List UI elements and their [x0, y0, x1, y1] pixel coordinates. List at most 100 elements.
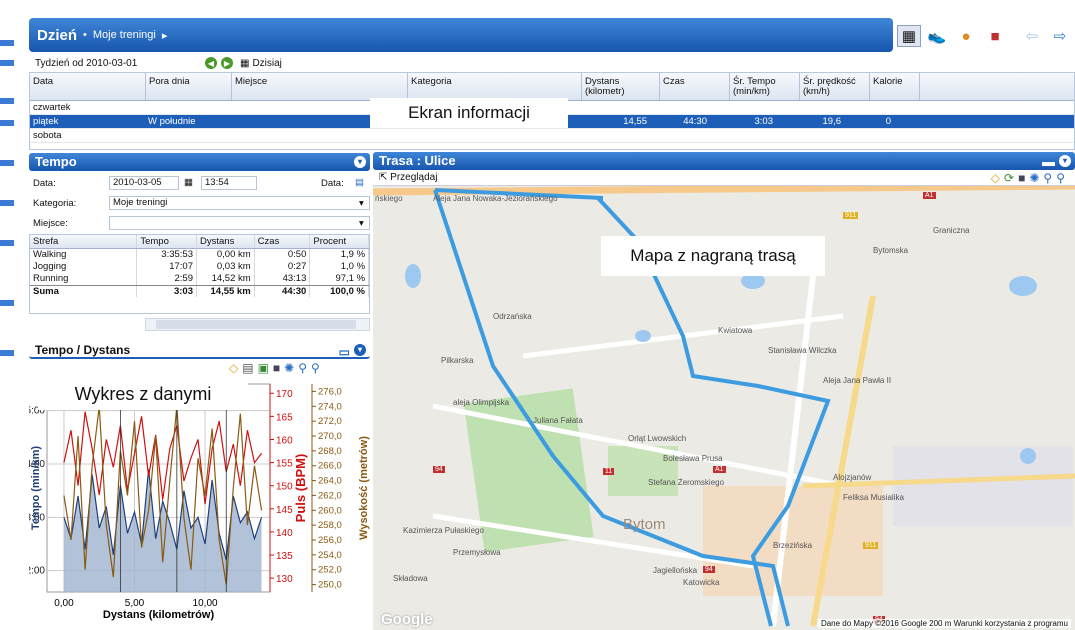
street-label: Brzezińska	[773, 541, 813, 550]
settings-icon[interactable]: ✺	[284, 361, 298, 375]
road-badge: A1	[713, 466, 726, 473]
forward-arrow-icon[interactable]: ⇨	[1048, 25, 1072, 47]
chart-panel-header: Tempo / Dystans ▭ ▾	[29, 341, 370, 359]
table-row[interactable]: Walking 3:35:53 0,00 km 0:50 1,9 %	[30, 249, 370, 261]
lake	[405, 264, 421, 288]
google-logo: Google	[381, 611, 433, 628]
street-label: Juliana Fałata	[533, 416, 583, 425]
industrial-area	[893, 446, 1073, 526]
refresh-icon[interactable]: ⟳	[1004, 171, 1018, 185]
y3-tick-label: 252,0	[318, 565, 342, 576]
calendar-icon[interactable]: ▦	[240, 58, 249, 69]
y2-tick-label: 145	[276, 505, 293, 516]
table-row[interactable]: sobota	[30, 129, 1074, 143]
y3-tick-label: 256,0	[318, 535, 342, 546]
prev-week-button[interactable]: ◀	[205, 57, 217, 69]
y3-tick-label: 258,0	[318, 520, 342, 531]
y2-tick-label: 160	[276, 435, 293, 446]
y2-tick-label: 130	[276, 574, 293, 585]
y2-tick-label: 155	[276, 459, 293, 470]
street-label: Katowicka	[683, 578, 720, 587]
athlete-icon[interactable]: ●	[954, 25, 978, 47]
zoom-out-icon[interactable]: ⚲	[311, 361, 324, 375]
zoom-out-icon[interactable]: ⚲	[1056, 171, 1069, 185]
tempo-panel-header: Tempo ▾	[29, 153, 370, 171]
grid-icon[interactable]: ▤	[242, 361, 257, 375]
diamond-icon[interactable]: ◇	[229, 361, 242, 375]
horizontal-scrollbar[interactable]	[145, 318, 370, 331]
view-subtitle: Moje treningi	[92, 29, 156, 41]
y-tick-label: 2:00	[29, 566, 45, 577]
chart-toolbar: ◇▤▣■✺⚲⚲	[229, 361, 324, 375]
y3-tick-label: 262,0	[318, 490, 342, 501]
table-row[interactable]: Jogging 17:07 0,03 km 0:27 1,0 %	[30, 261, 370, 273]
road-badge: 911	[843, 212, 859, 219]
map-panel-header: Trasa : Ulice ▬ ▾	[373, 152, 1075, 170]
col-dystans[interactable]: Dystans (kilometr)	[582, 73, 660, 100]
zones-table: Strefa Tempo Dystans Czas Procent Walkin…	[29, 234, 370, 314]
place-select[interactable]	[109, 216, 370, 230]
table-row[interactable]: Running 2:59 14,52 km 43:13 97,1 %	[30, 273, 370, 285]
y2-tick-label: 150	[276, 482, 293, 493]
y3-tick-label: 250,0	[318, 580, 342, 591]
window-icon[interactable]: ▬	[1042, 153, 1055, 171]
zoom-in-icon[interactable]: ⚲	[298, 361, 311, 375]
y3-tick-label: 266,0	[318, 461, 342, 472]
lake	[1009, 276, 1037, 296]
collapse-icon[interactable]: ▾	[354, 344, 366, 356]
cursor-icon[interactable]: ⇱	[379, 172, 387, 183]
browse-button[interactable]: Przeglądaj	[390, 172, 437, 183]
dropdown-icon[interactable]: ▾	[359, 218, 364, 229]
tempo-form: Data: 2010-03-05 ▦ 13:54 Data: ▤ Kategor…	[29, 176, 370, 234]
data-menu-icon[interactable]: ▤	[355, 177, 364, 188]
time-field[interactable]: 13:54	[201, 176, 257, 190]
collapse-icon[interactable]: ▾	[1059, 155, 1071, 167]
date-field[interactable]: 2010-03-05	[109, 176, 179, 190]
map-panel: Trasa : Ulice ▬ ▾ ⇱ Przeglądaj ◇⟳■✺⚲⚲ Al…	[373, 150, 1075, 630]
calendar-view-button[interactable]: ▦	[897, 25, 921, 47]
y3-tick-label: 254,0	[318, 550, 342, 561]
back-arrow-icon[interactable]: ⇦	[1020, 25, 1044, 47]
y2-tick-label: 140	[276, 528, 293, 539]
category-select[interactable]: Moje treningi	[109, 196, 370, 210]
street-label: Przemysłowa	[453, 548, 501, 557]
next-week-button[interactable]: ▶	[221, 57, 233, 69]
col-czas[interactable]: Czas	[660, 73, 730, 100]
zoom-in-icon[interactable]: ⚲	[1043, 171, 1056, 185]
chart-data-callout: Wykres z danymi	[38, 378, 248, 410]
y3-tick-label: 274,0	[318, 401, 342, 412]
lake	[1020, 448, 1036, 464]
save-icon[interactable]: ■	[273, 361, 284, 375]
street-label: Pilkarska	[441, 356, 474, 365]
road-badge: A1	[923, 192, 936, 199]
tempo-distance-chart: 2:003:004:005:000,005,0010,0013013514014…	[29, 383, 370, 621]
street-label: Orląt Lwowskich	[628, 434, 687, 443]
diamond-icon[interactable]: ◇	[991, 171, 1004, 185]
save-icon[interactable]: ■	[1018, 171, 1029, 185]
col-predkosc[interactable]: Śr. prędkość (km/h)	[800, 73, 870, 100]
dropdown-icon[interactable]: ▾	[359, 198, 364, 209]
col-data[interactable]: Data	[30, 73, 146, 100]
col-kategoria[interactable]: Kategoria	[408, 73, 582, 100]
y3-tick-label: 264,0	[318, 476, 342, 487]
window-icon[interactable]: ▭	[339, 343, 350, 361]
y2-axis-label: Puls (BPM)	[293, 454, 308, 523]
y3-tick-label: 270,0	[318, 431, 342, 442]
collapse-icon[interactable]: ▾	[354, 156, 366, 168]
grid-header: Data Pora dnia Miejsce Kategoria Dystans…	[30, 73, 1074, 101]
chart-icon[interactable]: ▣	[258, 361, 273, 375]
today-button[interactable]: Dzisiaj	[252, 58, 281, 69]
col-kalorie[interactable]: Kalorie	[870, 73, 920, 100]
shoe-icon[interactable]: 👟	[925, 25, 949, 47]
left-edge-strip	[0, 0, 27, 630]
settings-icon[interactable]: ✺	[1029, 171, 1043, 185]
col-pora[interactable]: Pora dnia	[146, 73, 232, 100]
calendar-icon[interactable]: ▦	[184, 177, 193, 188]
street-label: Składowa	[393, 574, 428, 583]
col-miejsce[interactable]: Miejsce	[232, 73, 408, 100]
logbook-icon[interactable]: ■	[983, 25, 1007, 47]
col-tempo[interactable]: Śr. Tempo (min/km)	[730, 73, 800, 100]
map-callout: Mapa z nagraną trasą	[601, 236, 825, 276]
road-badge: 94	[703, 566, 715, 573]
info-screen-callout: Ekran informacji	[370, 98, 568, 128]
